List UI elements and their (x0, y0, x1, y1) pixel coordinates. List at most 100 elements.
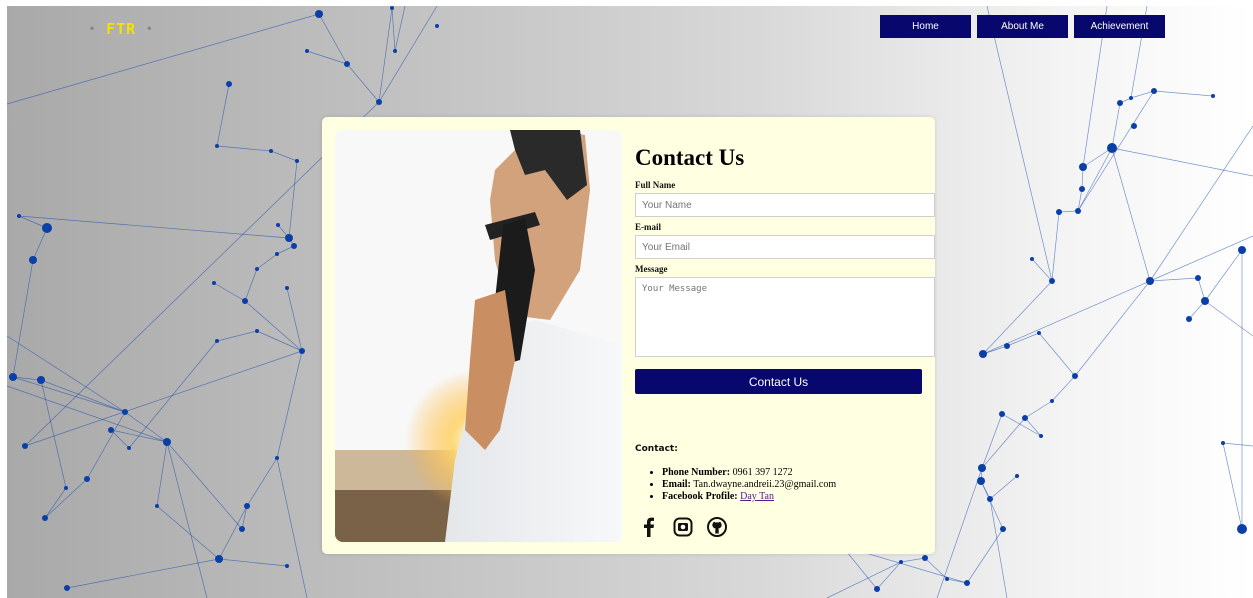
network-line (276, 350, 303, 459)
nav-home[interactable]: Home (880, 15, 971, 38)
network-node (215, 339, 219, 343)
network-node (978, 464, 986, 472)
network-node (1238, 246, 1246, 254)
network-line (270, 150, 298, 162)
email-value: Tan.dwayne.andreii.23@gmail.com (693, 479, 837, 490)
network-node (1146, 277, 1154, 285)
network-line (1024, 400, 1053, 419)
network-node (1050, 399, 1054, 403)
network-line (44, 487, 67, 519)
network-line (982, 280, 1053, 355)
network-line (1031, 258, 1053, 282)
network-node (1201, 297, 1209, 305)
network-node (255, 329, 259, 333)
network-line (213, 282, 246, 302)
network-line (216, 145, 272, 152)
network-line (32, 227, 48, 261)
contact-form: Contact Us Full Name E-mail Message Cont… (635, 145, 935, 394)
network-node (1079, 163, 1087, 171)
contact-us-button[interactable]: Contact Us (635, 369, 922, 394)
github-icon[interactable] (707, 516, 727, 538)
email-input[interactable] (635, 235, 935, 259)
network-node (285, 564, 289, 568)
social-icons (639, 516, 727, 538)
network-node (299, 348, 305, 354)
network-node (1186, 316, 1192, 322)
network-line (378, 7, 393, 103)
network-node (376, 99, 382, 105)
network-line (394, 6, 406, 52)
network-node (1056, 209, 1062, 215)
network-node (393, 49, 397, 53)
network-node (1117, 100, 1123, 106)
network-line (378, 6, 438, 103)
network-node (977, 477, 985, 485)
network-line (44, 478, 88, 519)
list-item: Facebook Profile: Day Tan (662, 491, 836, 503)
facebook-profile-link[interactable]: Day Tan (740, 491, 774, 502)
network-line (1149, 277, 1199, 282)
facebook-label: Facebook Profile: (662, 491, 738, 502)
nav-achievement[interactable]: Achievement (1074, 15, 1165, 38)
network-node (163, 438, 171, 446)
network-line (982, 280, 1151, 355)
instagram-icon[interactable] (673, 516, 693, 538)
network-node (979, 350, 987, 358)
network-node (127, 446, 131, 450)
network-line (256, 330, 303, 352)
network-node (239, 526, 245, 532)
network-node (269, 149, 273, 153)
network-node (1049, 278, 1055, 284)
network-node (275, 456, 279, 460)
network-line (986, 6, 1053, 282)
network-line (7, 13, 320, 105)
network-node (1131, 123, 1137, 129)
network-line (286, 287, 303, 352)
network-node (344, 61, 350, 67)
network-line (246, 457, 278, 507)
network-line (1204, 249, 1243, 302)
form-title: Contact Us (635, 145, 745, 170)
nav-about-me[interactable]: About Me (977, 15, 1068, 38)
network-node (999, 411, 1005, 417)
network-node (1129, 96, 1133, 100)
network-node (1079, 186, 1085, 192)
network-node (1107, 143, 1117, 153)
facebook-icon[interactable] (639, 516, 659, 538)
message-label: Message (635, 264, 668, 274)
network-node (42, 515, 48, 521)
contact-photo (335, 130, 622, 542)
network-node (1075, 208, 1081, 214)
network-line (156, 505, 220, 560)
network-line (1024, 417, 1042, 437)
network-line (156, 441, 168, 507)
network-node (1000, 526, 1006, 532)
network-node (987, 496, 993, 502)
network-line (7, 335, 126, 413)
network-line (1222, 442, 1253, 447)
network-node (1151, 88, 1157, 94)
message-textarea[interactable] (635, 277, 935, 357)
network-node (1015, 474, 1019, 478)
network-node (212, 281, 216, 285)
network-node (22, 443, 28, 449)
network-node (155, 504, 159, 508)
list-item: Email: Tan.dwayne.andreii.23@gmail.com (662, 479, 836, 491)
network-line (218, 558, 288, 567)
full-name-input[interactable] (635, 193, 935, 217)
network-line (1001, 413, 1042, 437)
network-node (285, 286, 289, 290)
network-node (1211, 94, 1215, 98)
network-line (256, 253, 278, 270)
network-line (1111, 147, 1151, 282)
phone-value: 0961 397 1272 (732, 467, 793, 478)
network-line (1149, 125, 1253, 282)
network-line (276, 457, 308, 598)
logo-text: FTR (106, 20, 137, 38)
network-line (900, 557, 926, 563)
network-node (215, 555, 223, 563)
network-line (86, 411, 126, 480)
network-line (24, 350, 303, 447)
site-logo[interactable]: • FTR • (89, 20, 153, 38)
network-node (899, 560, 903, 564)
